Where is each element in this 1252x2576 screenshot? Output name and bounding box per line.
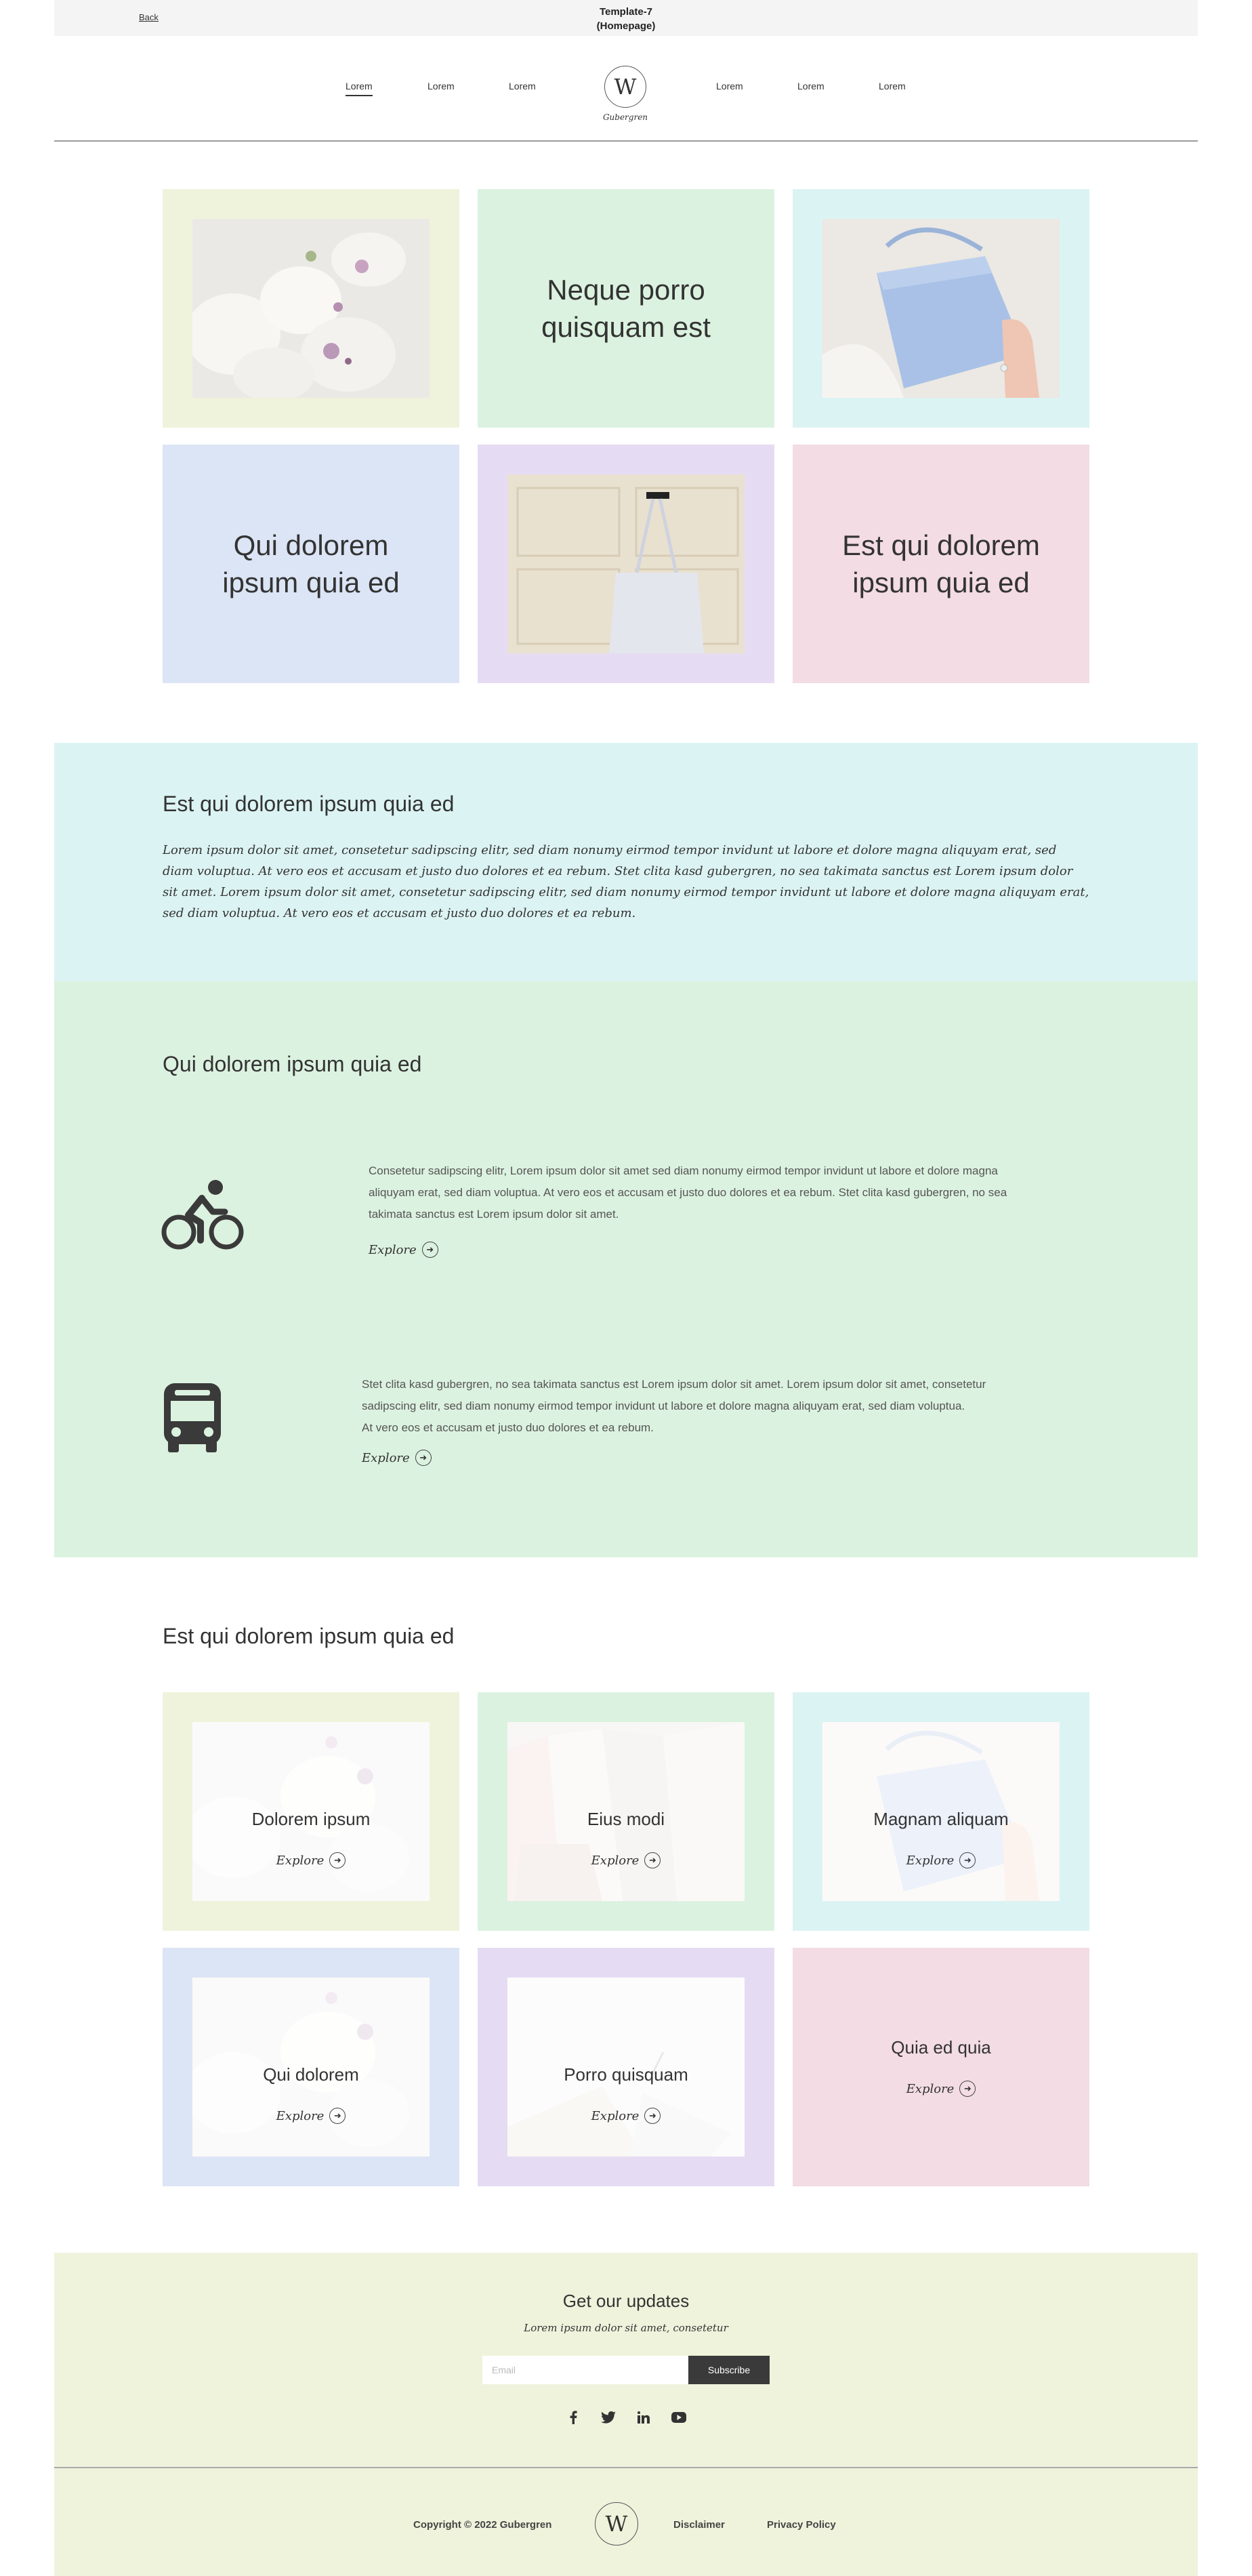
bus-icon [161,1381,224,1457]
explore-label: Explore [369,1242,417,1257]
footer-link-disclaimer[interactable]: Disclaimer [673,2519,725,2531]
linkedin-icon[interactable] [636,2410,651,2425]
handbag-image [822,219,1060,398]
arrow-right-circle-icon: ➜ [959,2081,976,2097]
hero-tile-orchid[interactable] [163,189,459,428]
logo[interactable]: W [604,66,646,108]
explore-label: Explore [276,1853,325,1868]
arrow-right-circle-icon: ➜ [959,1852,976,1868]
feature-bicycle-line1: Consetetur sadipscing elitr, Lorem ipsum… [369,1164,998,1177]
features-heading: Qui dolorem ipsum quia ed [163,1052,422,1076]
feature-bicycle-line3: takimata sanctus est Lorem ipsum dolor s… [369,1208,619,1221]
footer: Copyright © 2022 Gubergren W Disclaimer … [54,2468,1198,2576]
card-explore-link[interactable]: Explore ➜ [478,1852,774,1868]
orchid-image [192,219,430,398]
explore-label: Explore [276,2108,325,2123]
nav-item-2[interactable]: Lorem [427,81,455,91]
arrow-right-circle-icon: ➜ [421,1242,438,1258]
newsletter-heading: Get our updates [562,2291,690,2311]
nav-item-6[interactable]: Lorem [879,81,906,91]
intro-body: Lorem ipsum dolor sit amet, consetetur s… [163,843,1089,920]
card-eius-modi[interactable]: Eius modi Explore ➜ [478,1692,774,1931]
hero-tile-text-3[interactable]: Est qui dolorem ipsum quia ed [793,445,1089,683]
feature-bus-line2: sadipscing elitr, sed diam nonumy eirmod… [362,1399,965,1412]
explore-label: Explore [906,1853,955,1868]
card-explore-link[interactable]: Explore ➜ [163,2108,459,2124]
card-title: Porro quisquam [564,2064,688,2085]
main-nav: Lorem Lorem Lorem W Gubergren Lorem Lore… [54,36,1198,142]
arrow-right-circle-icon: ➜ [415,1450,432,1466]
card-qui-dolorem[interactable]: Qui dolorem Explore ➜ [163,1948,459,2186]
social-links [54,2410,1198,2425]
hero-tile-text-3-line2: ipsum quia ed [852,567,1030,598]
newsletter-section: Get our updates Lorem ipsum dolor sit am… [54,2253,1198,2468]
nav-item-5[interactable]: Lorem [797,81,825,91]
card-title: Quia ed quia [891,2037,991,2058]
hero-tile-text-1-line2: quisquam est [541,311,711,343]
hero-tile-tote[interactable] [478,445,774,683]
card-explore-link[interactable]: Explore ➜ [793,1852,1089,1868]
feature-text-bus: Stet clita kasd gubergren, no sea takima… [362,1374,986,1439]
card-explore-link[interactable]: Explore ➜ [163,1852,459,1868]
footer-logo[interactable]: W [595,2502,638,2546]
explore-label: Explore [906,2081,955,2096]
template-title: Template-7 (Homepage) [54,5,1198,33]
card-explore-link[interactable]: Explore ➜ [793,2081,1089,2097]
feature-bus-line3: At vero eos et accusam et justo duo dolo… [362,1421,654,1434]
cards-heading: Est qui dolorem ipsum quia ed [163,1624,455,1648]
email-field[interactable] [482,2356,688,2384]
feature-bus-explore-link[interactable]: Explore ➜ [362,1450,432,1466]
card-title: Eius modi [587,1809,665,1829]
hero-tile-text-3-line1: Est qui dolorem [842,529,1040,561]
copyright-text: Copyright © 2022 Gubergren [413,2519,552,2531]
card-quia-ed-quia[interactable]: Quia ed quia Explore ➜ [793,1948,1089,2186]
hero-tile-handbag[interactable] [793,189,1089,428]
feature-text-bicycle: Consetetur sadipscing elitr, Lorem ipsum… [369,1160,1007,1225]
intro-heading: Est qui dolorem ipsum quia ed [163,792,455,816]
subscribe-button[interactable]: Subscribe [688,2356,770,2384]
youtube-icon[interactable] [671,2410,686,2425]
features-section: Qui dolorem ipsum quia ed Consetetur sad… [54,981,1198,1557]
card-title: Dolorem ipsum [251,1809,371,1829]
twitter-icon[interactable] [601,2410,616,2425]
arrow-right-circle-icon: ➜ [644,1852,661,1868]
explore-label: Explore [591,1853,640,1868]
arrow-right-circle-icon: ➜ [329,1852,346,1868]
tote-bag-image [507,474,745,653]
intro-section: Est qui dolorem ipsum quia ed Lorem ipsu… [54,743,1198,981]
card-explore-link[interactable]: Explore ➜ [478,2108,774,2124]
card-magnam-aliquam[interactable]: Magnam aliquam Explore ➜ [793,1692,1089,1931]
feature-bicycle-explore-link[interactable]: Explore ➜ [369,1242,438,1258]
footer-link-privacy-policy[interactable]: Privacy Policy [767,2519,836,2531]
hero-tile-text-1[interactable]: Neque porro quisquam est [478,189,774,428]
arrow-right-circle-icon: ➜ [329,2108,346,2124]
explore-label: Explore [362,1450,410,1465]
hero-tile-text-1-line1: Neque porro [547,274,705,306]
template-title-line2: (Homepage) [596,20,656,32]
hero-tile-text-2-line2: ipsum quia ed [222,567,400,598]
logo-name: Gubergren [602,113,648,122]
feature-bus-line1: Stet clita kasd gubergren, no sea takima… [362,1378,986,1391]
card-dolorem-ipsum[interactable]: Dolorem ipsum Explore ➜ [163,1692,459,1931]
template-title-line1: Template-7 [599,6,653,18]
card-title: Magnam aliquam [873,1809,1009,1829]
card-porro-quisquam[interactable]: Porro quisquam Explore ➜ [478,1948,774,2186]
nav-item-3[interactable]: Lorem [509,81,536,91]
feature-bicycle-line2: aliquyam erat, sed diam voluptua. At ver… [369,1186,1007,1199]
explore-label: Explore [591,2108,640,2123]
newsletter-subheading: Lorem ipsum dolor sit amet, consetetur [524,2322,728,2334]
hero-tile-text-2-line1: Qui dolorem [233,529,389,561]
nav-item-4[interactable]: Lorem [716,81,743,91]
card-title: Qui dolorem [263,2064,359,2085]
nav-item-1[interactable]: Lorem [346,81,373,96]
arrow-right-circle-icon: ➜ [644,2108,661,2124]
top-bar: Back Template-7 (Homepage) [54,0,1198,36]
bicycle-icon [161,1178,245,1254]
hero-tile-text-2[interactable]: Qui dolorem ipsum quia ed [163,445,459,683]
facebook-icon[interactable] [566,2410,581,2425]
